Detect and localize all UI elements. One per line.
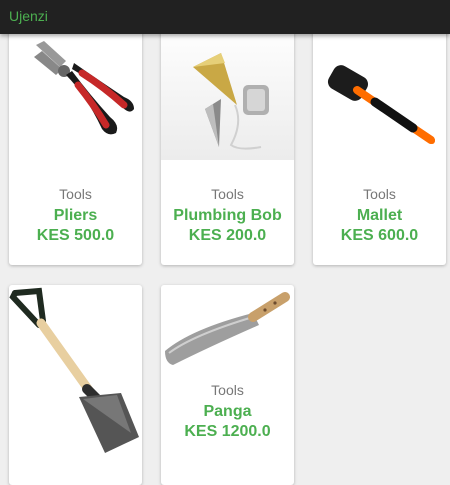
product-image <box>313 20 446 160</box>
plumb-bob-icon <box>193 52 269 150</box>
product-category: Tools <box>59 186 92 202</box>
product-image <box>161 285 294 380</box>
mallet-icon <box>327 65 435 144</box>
product-price: KES 500.0 <box>36 227 115 244</box>
product-image <box>9 20 142 160</box>
product-grid: Tools Pliers KES 500.0 Tools Plumbing Bo… <box>0 0 450 485</box>
shovel-icon <box>9 287 139 453</box>
product-name: Pliers <box>53 207 98 224</box>
product-card-plumbing-bob[interactable]: Tools Plumbing Bob KES 200.0 <box>161 20 294 265</box>
product-price: KES 200.0 <box>188 227 267 244</box>
product-name: Panga <box>203 403 252 420</box>
product-price: KES 1200.0 <box>184 423 271 440</box>
product-category: Tools <box>211 382 244 398</box>
panga-icon <box>165 292 290 365</box>
product-image <box>9 285 142 455</box>
product-card-shovel[interactable] <box>9 285 142 485</box>
pliers-icon <box>33 41 134 135</box>
product-card-pliers[interactable]: Tools Pliers KES 500.0 <box>9 20 142 265</box>
product-category: Tools <box>363 186 396 202</box>
product-name: Plumbing Bob <box>173 207 282 224</box>
product-category: Tools <box>211 186 244 202</box>
product-name: Mallet <box>356 207 403 224</box>
product-card-mallet[interactable]: Tools Mallet KES 600.0 <box>313 20 446 265</box>
product-card-panga[interactable]: Tools Panga KES 1200.0 <box>161 285 294 485</box>
app-title: Ujenzi <box>9 8 48 24</box>
product-image <box>161 20 294 160</box>
app-bar: Ujenzi <box>0 0 450 34</box>
product-price: KES 600.0 <box>340 227 419 244</box>
